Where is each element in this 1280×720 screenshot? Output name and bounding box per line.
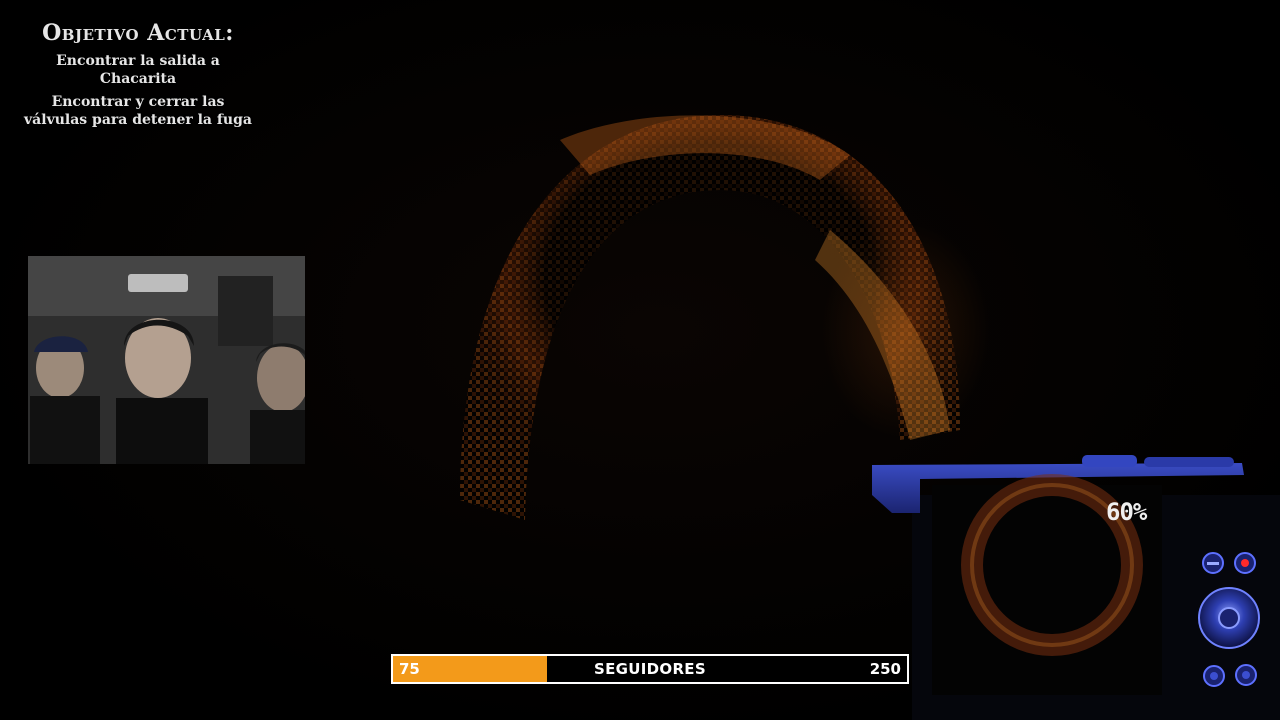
record-button-icon[interactable] [1234, 552, 1256, 574]
button-icon[interactable] [1203, 665, 1225, 687]
camera-device [872, 455, 1280, 720]
fire-glow [820, 220, 990, 440]
followers-progress-bar: 75 SEGUIDORES 250 [391, 654, 909, 684]
dial-icon[interactable] [1198, 587, 1260, 649]
objective-item-1: Encontrar la salida a Chacarita [56, 53, 220, 87]
objective-item-2: Encontrar y cerrar las válvulas para det… [24, 94, 252, 128]
followers-label: SEGUIDORES [594, 660, 706, 678]
objective-panel: Objetivo Actual: Encontrar la salida a C… [18, 20, 258, 134]
zoom-percent: 60% [1106, 498, 1147, 526]
followers-goal: 250 [869, 660, 901, 678]
objective-title: Objetivo Actual: [42, 20, 234, 46]
button-icon[interactable] [1235, 664, 1257, 686]
minus-button-icon[interactable] [1202, 552, 1224, 574]
webcam-image [28, 256, 305, 464]
webcam-feed [28, 256, 305, 464]
